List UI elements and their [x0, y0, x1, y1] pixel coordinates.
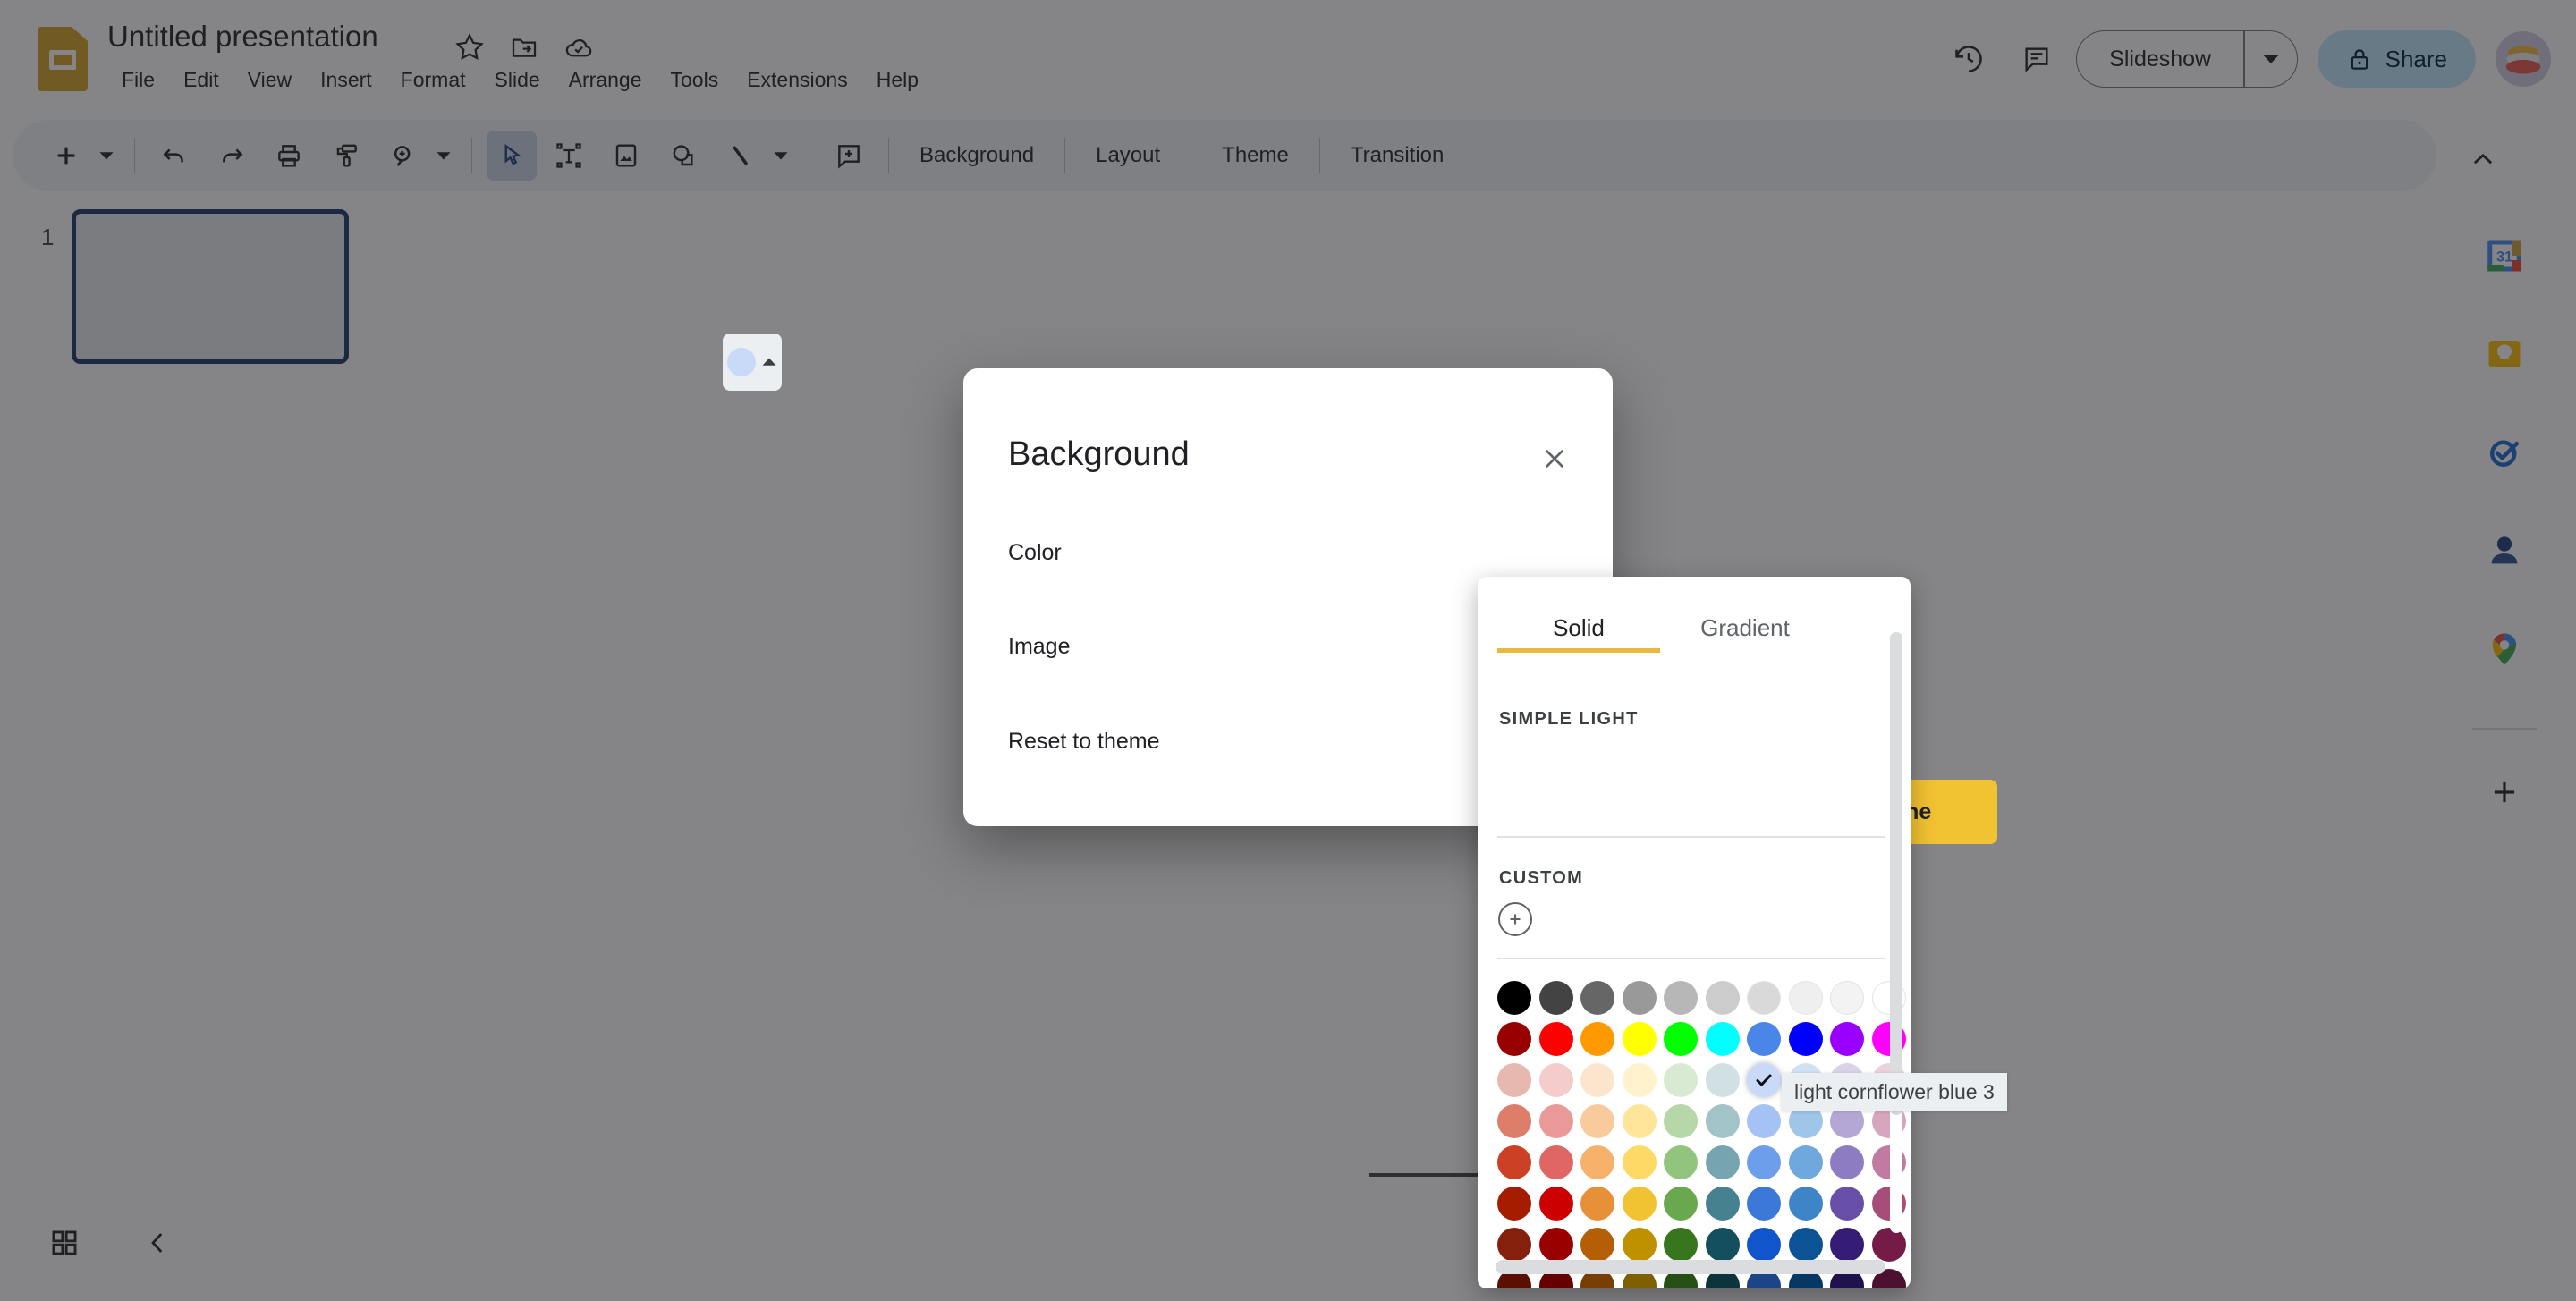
check-icon [1747, 1063, 1781, 1097]
color-swatch-r3-c3[interactable] [1622, 1104, 1657, 1138]
color-swatch-r0-c1[interactable] [1538, 981, 1573, 1015]
color-tooltip: light cornflower blue 3 [1782, 1073, 2007, 1111]
color-swatch-r6-c8[interactable] [1830, 1228, 1864, 1262]
color-swatch-r6-c1[interactable] [1538, 1228, 1573, 1262]
color-swatch-r2-c6[interactable] [1747, 1063, 1781, 1097]
image-row-label: Image [1008, 634, 1071, 659]
color-swatch-r2-c3[interactable] [1622, 1063, 1657, 1097]
color-swatch-r5-c3[interactable] [1622, 1187, 1657, 1221]
color-swatch-r1-c8[interactable] [1830, 1022, 1864, 1056]
color-swatch-r5-c6[interactable] [1747, 1187, 1781, 1221]
color-swatch-r4-c2[interactable] [1580, 1145, 1614, 1179]
plus-circle-icon[interactable] [1498, 902, 1532, 936]
color-swatch-r6-c3[interactable] [1622, 1228, 1657, 1262]
color-swatch-r4-c7[interactable] [1788, 1145, 1823, 1179]
color-swatch-button[interactable] [723, 334, 782, 391]
color-swatch-r5-c8[interactable] [1830, 1187, 1864, 1221]
color-swatch-r1-c3[interactable] [1622, 1022, 1657, 1056]
color-swatch-r4-c8[interactable] [1830, 1145, 1864, 1179]
section-custom-label: CUSTOM [1499, 868, 1584, 888]
color-swatch-r6-c5[interactable] [1705, 1228, 1740, 1262]
color-swatch-r5-c2[interactable] [1580, 1187, 1614, 1221]
color-swatch-r3-c6[interactable] [1747, 1104, 1781, 1138]
color-swatch-r0-c4[interactable] [1664, 981, 1698, 1015]
color-swatch-r5-c5[interactable] [1705, 1187, 1740, 1221]
color-swatch-r3-c4[interactable] [1664, 1104, 1698, 1138]
color-swatch-r6-c4[interactable] [1664, 1228, 1698, 1262]
color-swatch-r6-c6[interactable] [1747, 1228, 1781, 1262]
color-swatch-r2-c0[interactable] [1497, 1063, 1531, 1097]
caret-up-icon [761, 357, 777, 367]
color-picker-popup: Solid Gradient SIMPLE LIGHT CUSTOM [1478, 577, 1911, 1288]
color-swatch-r4-c3[interactable] [1622, 1145, 1657, 1179]
color-swatch-r1-c0[interactable] [1497, 1022, 1531, 1056]
section-simple-light-label: SIMPLE LIGHT [1499, 709, 1639, 729]
color-swatch-r4-c6[interactable] [1747, 1145, 1781, 1179]
color-swatch-r6-c9[interactable] [1871, 1228, 1906, 1262]
color-swatch-r2-c5[interactable] [1705, 1063, 1740, 1097]
color-swatch-r6-c2[interactable] [1580, 1228, 1614, 1262]
color-swatch-r6-c7[interactable] [1788, 1228, 1823, 1262]
picker-horizontal-scrollbar[interactable] [1496, 1260, 1885, 1274]
color-swatch-r4-c4[interactable] [1664, 1145, 1698, 1179]
color-swatch-r1-c5[interactable] [1705, 1022, 1740, 1056]
color-swatch-r4-c5[interactable] [1705, 1145, 1740, 1179]
color-swatch-r1-c6[interactable] [1747, 1022, 1781, 1056]
selected-color-preview [727, 348, 756, 376]
color-swatch-r0-c7[interactable] [1788, 981, 1823, 1015]
color-swatch-r1-c1[interactable] [1538, 1022, 1573, 1056]
color-swatch-r2-c2[interactable] [1580, 1063, 1614, 1097]
color-swatch-r0-c3[interactable] [1622, 981, 1657, 1015]
color-swatch-r0-c2[interactable] [1580, 981, 1614, 1015]
color-swatch-r3-c1[interactable] [1538, 1104, 1573, 1138]
color-swatch-r0-c0[interactable] [1497, 981, 1531, 1015]
color-swatch-r3-c0[interactable] [1497, 1104, 1531, 1138]
reset-row-label: Reset to theme [1008, 729, 1160, 754]
dialog-title: Background [1008, 435, 1190, 473]
color-swatch-r1-c4[interactable] [1664, 1022, 1698, 1056]
picker-divider-2 [1497, 958, 1885, 959]
color-swatch-r2-c1[interactable] [1538, 1063, 1573, 1097]
picker-vertical-scrollbar[interactable] [1890, 632, 1902, 1115]
picker-divider-1 [1497, 836, 1885, 838]
color-swatch-r6-c0[interactable] [1497, 1228, 1531, 1262]
color-swatch-r3-c5[interactable] [1705, 1104, 1740, 1138]
color-swatch-r1-c7[interactable] [1788, 1022, 1823, 1056]
color-swatch-r5-c0[interactable] [1497, 1187, 1531, 1221]
color-swatch-r0-c6[interactable] [1747, 981, 1781, 1015]
color-grid [1497, 981, 1911, 1288]
color-swatch-r5-c4[interactable] [1664, 1187, 1698, 1221]
tab-gradient[interactable]: Gradient [1660, 609, 1830, 656]
tab-active-indicator [1497, 648, 1660, 653]
close-icon[interactable] [1534, 438, 1575, 479]
color-swatch-r0-c8[interactable] [1830, 981, 1864, 1015]
color-row-label: Color [1008, 540, 1062, 565]
color-swatch-r5-c7[interactable] [1788, 1187, 1823, 1221]
screen: Untitled presentation File Edit [0, 0, 2576, 1301]
color-swatch-r5-c1[interactable] [1538, 1187, 1573, 1221]
color-swatch-r0-c5[interactable] [1705, 981, 1740, 1015]
color-swatch-r2-c4[interactable] [1664, 1063, 1698, 1097]
color-swatch-r4-c0[interactable] [1497, 1145, 1531, 1179]
color-swatch-r3-c2[interactable] [1580, 1104, 1614, 1138]
color-swatch-r1-c2[interactable] [1580, 1022, 1614, 1056]
color-swatch-r4-c1[interactable] [1538, 1145, 1573, 1179]
